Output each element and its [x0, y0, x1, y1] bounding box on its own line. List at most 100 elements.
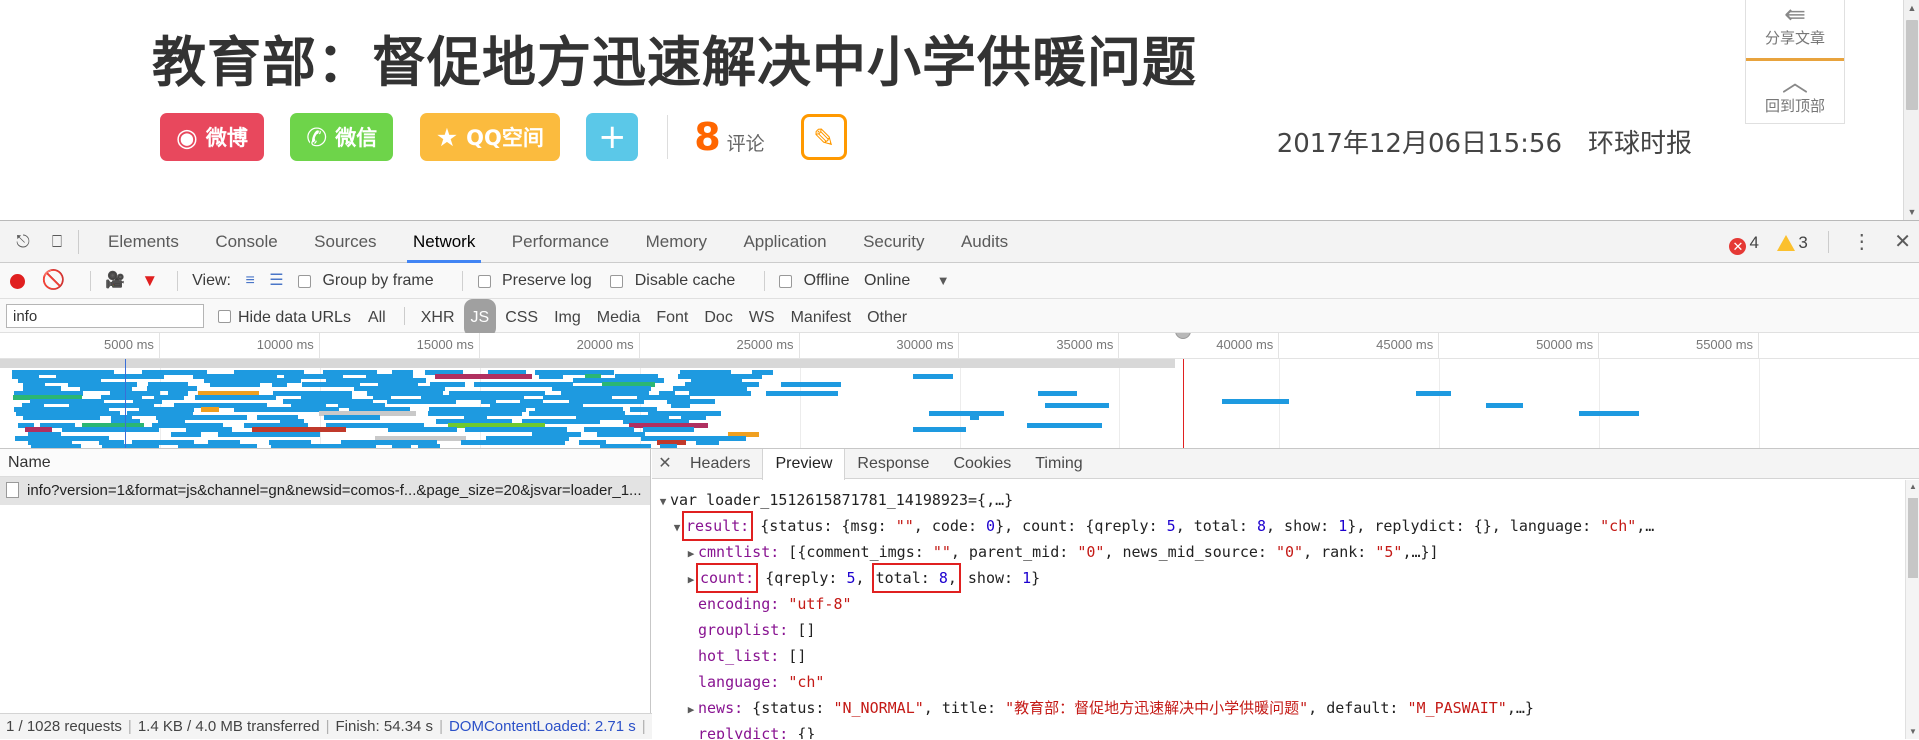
filter-type-css[interactable]: CSS [498, 299, 545, 337]
json-line[interactable]: ▼ result: {status: {msg: "", code: 0}, co… [656, 511, 1905, 541]
timeline-tick: 15000 ms [320, 333, 480, 359]
status-domcontentloaded: DOMContentLoaded: 2.71 s [448, 718, 636, 735]
json-root-line[interactable]: ▼ var loader_1512615871781_14198923={,…} [656, 487, 1905, 513]
json-value: show: 1} [958, 569, 1041, 587]
filter-type-js[interactable]: JS [463, 299, 497, 337]
filter-type-manifest[interactable]: Manifest [784, 299, 858, 337]
json-line[interactable]: ▶language: "ch" [656, 669, 1905, 695]
timeline-tick-label: 55000 ms [1695, 337, 1754, 352]
share-button-wechat[interactable]: ✆ 微信 [290, 113, 394, 161]
timeline-tick-label: 45000 ms [1376, 337, 1434, 352]
filter-type-img[interactable]: Img [547, 299, 588, 337]
filter-type-all[interactable]: All [361, 299, 393, 337]
column-header-name[interactable]: Name [0, 449, 650, 477]
hide-data-urls-checkbox[interactable] [218, 310, 231, 323]
tab-memory[interactable]: Memory [630, 221, 723, 263]
divider [403, 307, 405, 325]
tab-console[interactable]: Console [199, 221, 293, 263]
filter-input[interactable] [6, 304, 204, 328]
tab-network[interactable]: Network [397, 221, 491, 263]
table-row[interactable]: info?version=1&format=js&channel=gn&news… [0, 477, 650, 505]
request-bar [210, 382, 261, 388]
json-line[interactable]: ▶replydict: {} [656, 721, 1905, 739]
expand-triangle-icon[interactable]: ▼ [656, 489, 670, 515]
json-string-value: "0" [1276, 543, 1304, 561]
close-icon[interactable]: ✕ [1894, 231, 1911, 253]
scrollbar-thumb[interactable] [1908, 498, 1918, 578]
overview-summary-band [0, 359, 1176, 368]
expand-triangle-icon: ▶ [684, 723, 698, 739]
group-by-frame-checkbox[interactable] [298, 274, 312, 288]
scroll-up-arrow[interactable]: ▲ [1906, 480, 1919, 494]
offline-checkbox[interactable] [779, 274, 793, 288]
filter-type-font[interactable]: Font [649, 299, 695, 337]
list-view-icon[interactable]: ≡ [245, 263, 254, 299]
json-line[interactable]: ▶ cmntlist: [{comment_imgs: "", parent_mi… [656, 539, 1905, 565]
scroll-up-arrow[interactable]: ▲ [1904, 0, 1919, 16]
filter-type-xhr[interactable]: XHR [414, 299, 462, 337]
filmstrip-icon[interactable]: 🎥 [105, 263, 125, 299]
tab-response[interactable]: Response [845, 449, 941, 479]
json-preview-tree[interactable]: ▼ var loader_1512615871781_14198923={,…} … [652, 480, 1905, 739]
tab-elements[interactable]: Elements [92, 221, 195, 263]
tab-performance[interactable]: Performance [496, 221, 625, 263]
tab-sources[interactable]: Sources [298, 221, 392, 263]
json-line[interactable]: ▶hot_list: [] [656, 643, 1905, 669]
filter-type-ws[interactable]: WS [742, 299, 782, 337]
network-overview[interactable]: 5000 ms 10000 ms 15000 ms 20000 ms 25000 ms 3… [0, 333, 1919, 449]
inspect-cursor-icon[interactable]: ⎋ [10, 230, 36, 254]
tab-preview[interactable]: Preview [762, 449, 846, 480]
record-button[interactable] [10, 273, 25, 289]
timeline-tick: 50000 ms [1439, 333, 1600, 359]
floating-share-panel: ⇚ 分享文章 ︿ 回到顶部 [1745, 0, 1845, 124]
preserve-log-label: Preserve log [502, 272, 592, 289]
preserve-log-checkbox[interactable] [477, 274, 491, 288]
float-share-article-button[interactable]: ⇚ 分享文章 [1746, 0, 1844, 58]
scroll-down-arrow[interactable]: ▼ [1906, 725, 1919, 739]
tab-headers[interactable]: Headers [678, 449, 762, 479]
json-line[interactable]: ▶encoding: "utf-8" [656, 591, 1905, 617]
json-key: count: [695, 563, 759, 593]
expand-triangle-icon[interactable]: ▶ [684, 541, 698, 567]
expand-triangle-icon[interactable]: ▶ [684, 567, 698, 593]
web-page-viewport: 教育部：督促地方迅速解决中小学供暖问题 ◉ 微博 ✆ 微信 ★ QQ空间 + 8… [0, 0, 1919, 220]
tab-cookies[interactable]: Cookies [941, 449, 1023, 479]
device-toolbar-icon[interactable]: ⎕ [44, 230, 70, 254]
json-value: "utf-8" [779, 595, 851, 613]
waterfall-view-icon[interactable]: ☰ [269, 263, 283, 299]
error-count[interactable]: 4 [1749, 233, 1758, 252]
clear-icon[interactable]: 🚫 [41, 263, 65, 299]
share-button-qzone[interactable]: ★ QQ空间 [419, 113, 560, 161]
tab-security[interactable]: Security [847, 221, 940, 263]
collapse-triangle-icon[interactable]: ▼ [670, 515, 684, 541]
scroll-down-arrow[interactable]: ▼ [1904, 204, 1919, 220]
comment-count[interactable]: 8 评论 [694, 115, 764, 173]
tab-timing[interactable]: Timing [1023, 449, 1094, 479]
json-line[interactable]: ▶ count: {qreply: 5, total: 8, show: 1} [656, 563, 1905, 593]
filter-type-doc[interactable]: Doc [697, 299, 739, 337]
filter-type-media[interactable]: Media [590, 299, 648, 337]
share-button-weibo[interactable]: ◉ 微博 [160, 113, 264, 161]
json-key: hot_list: [698, 647, 780, 665]
write-comment-button[interactable]: ✎ [801, 114, 848, 160]
expand-triangle-icon[interactable]: ▶ [684, 697, 698, 723]
json-line[interactable]: ▶grouplist: [] [656, 617, 1905, 643]
filter-type-other[interactable]: Other [860, 299, 914, 337]
json-value: {status: {msg: "", code: 0}, count: {qre… [751, 517, 1655, 535]
back-to-top-button[interactable]: ︿ 回到顶部 [1746, 61, 1844, 126]
close-icon[interactable]: ✕ [652, 449, 678, 479]
warning-count[interactable]: 3 [1798, 233, 1807, 252]
kebab-menu-icon[interactable]: ⋮ [1852, 231, 1872, 253]
disable-cache-checkbox[interactable] [610, 274, 624, 288]
share-button-more[interactable]: + [586, 113, 639, 161]
scrollbar-thumb[interactable] [1906, 20, 1918, 110]
throttling-select[interactable]: Online [864, 263, 910, 299]
json-line[interactable]: ▶ news: {status: "N_NORMAL", title: "教育部：… [656, 695, 1905, 721]
page-scrollbar[interactable]: ▲ ▼ [1903, 0, 1919, 220]
tab-audits[interactable]: Audits [945, 221, 1024, 263]
tab-application[interactable]: Application [727, 221, 842, 263]
filter-funnel-icon[interactable]: ▼ [141, 263, 158, 299]
timeline-tick: 30000 ms [800, 333, 960, 359]
preview-scrollbar[interactable]: ▲ ▼ [1905, 480, 1919, 739]
chevron-down-icon[interactable]: ▼ [937, 263, 950, 299]
